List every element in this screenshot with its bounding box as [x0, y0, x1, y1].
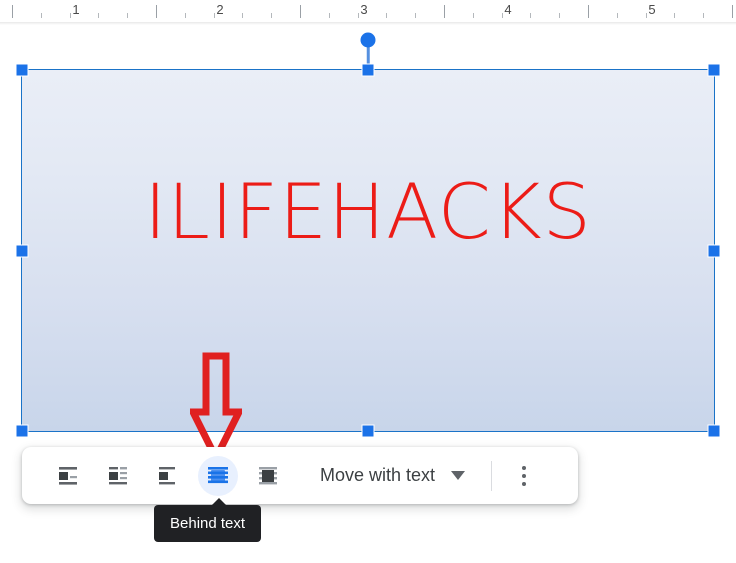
- resize-handle-top-center[interactable]: [361, 63, 375, 77]
- resize-handle-top-right[interactable]: [707, 63, 721, 77]
- ruler-number: 5: [648, 2, 656, 17]
- resize-handle-middle-right[interactable]: [707, 244, 721, 257]
- ruler-minor-tick: [127, 13, 129, 18]
- wrap-inline-icon: [59, 466, 77, 485]
- ruler-major-tick: [12, 5, 13, 18]
- ruler-major-tick: [444, 5, 445, 18]
- ruler-minor-tick: [501, 13, 503, 18]
- wrap-option-break-text[interactable]: [148, 456, 188, 496]
- break-text-icon: [159, 466, 175, 484]
- more-vert-icon-dot: [522, 473, 527, 478]
- ruler-major-tick: [588, 5, 589, 18]
- ruler-minor-tick: [69, 13, 71, 18]
- ruler-major-tick: [300, 5, 301, 18]
- selected-image[interactable]: ILIFEHACKS: [15, 32, 721, 438]
- ruler-minor-tick: [357, 13, 359, 18]
- ruler-number: 4: [504, 2, 512, 17]
- ruler-minor-tick: [213, 13, 215, 18]
- ruler-minor-tick: [674, 13, 676, 18]
- front-text-icon: [259, 466, 277, 484]
- toolbar-divider: [491, 460, 493, 491]
- ruler-minor-tick: [242, 13, 244, 18]
- resize-handle-bottom-left[interactable]: [15, 424, 29, 438]
- ruler-number: 3: [360, 2, 368, 17]
- resize-handle-middle-left[interactable]: [15, 244, 29, 257]
- ruler-minor-tick: [98, 13, 100, 18]
- chevron-down-icon: [451, 471, 466, 480]
- wrap-option-inline-with-text[interactable]: [48, 456, 88, 496]
- more-vert-icon-dot: [522, 465, 527, 470]
- tooltip-arrow: [211, 498, 227, 506]
- resize-handle-top-left[interactable]: [15, 63, 29, 77]
- more-vert-icon-dot: [522, 481, 527, 486]
- image-overlay-text: ILIFEHACKS: [144, 166, 592, 256]
- ruler-minor-tick: [472, 13, 474, 18]
- document-ruler[interactable]: 1 2 3 4 5: [0, 0, 736, 22]
- wrap-option-in-front-of-text[interactable]: [248, 456, 288, 496]
- resize-handle-bottom-center[interactable]: [361, 424, 375, 438]
- position-mode-label[interactable]: Move with text: [320, 465, 435, 486]
- ruler-minor-tick: [328, 13, 330, 18]
- rotate-handle[interactable]: [360, 32, 376, 48]
- ruler-major-tick: [156, 5, 157, 18]
- wrap-option-behind-text[interactable]: [198, 455, 238, 496]
- image-options-toolbar: Move with text: [22, 447, 578, 504]
- ruler-major-tick: [732, 5, 733, 18]
- position-mode-dropdown[interactable]: [451, 471, 466, 480]
- more-options-button[interactable]: [506, 458, 542, 494]
- image-content: ILIFEHACKS: [22, 70, 714, 431]
- ruler-minor-tick: [271, 13, 273, 18]
- tooltip-label: Behind text: [170, 515, 246, 532]
- ruler-minor-tick: [559, 13, 561, 18]
- wrap-option-wrap-text[interactable]: [98, 456, 138, 496]
- ruler-minor-tick: [415, 13, 417, 18]
- ruler-minor-tick: [530, 13, 532, 18]
- ruler-minor-tick: [645, 13, 647, 18]
- ruler-shadow: [0, 22, 736, 25]
- ruler-minor-tick: [184, 13, 186, 18]
- text-wrap-option-group: [48, 455, 298, 496]
- ruler-number: 2: [216, 2, 224, 17]
- ruler-minor-tick: [703, 13, 705, 18]
- resize-handle-bottom-right[interactable]: [707, 424, 721, 438]
- image-overlay-text-container: ILIFEHACKS: [22, 70, 714, 431]
- ruler-minor-tick: [386, 13, 388, 18]
- ruler-minor-tick: [616, 13, 618, 18]
- wrap-text-icon: [109, 466, 127, 484]
- behind-text-icon: [208, 466, 228, 483]
- ruler-number: 1: [72, 2, 80, 17]
- tooltip-behind-text: Behind text: [154, 498, 262, 542]
- ruler-minor-tick: [40, 13, 42, 18]
